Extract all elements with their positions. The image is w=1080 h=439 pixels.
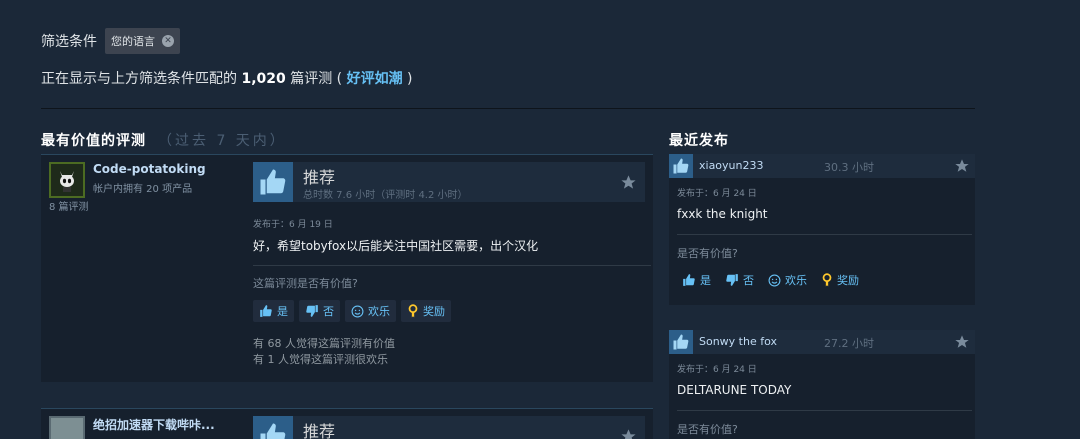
filter-row: 筛选条件 您的语言 ✕: [41, 28, 180, 54]
vote-no-button[interactable]: 否: [299, 300, 340, 322]
recent-hours: 27.2 小时: [824, 337, 874, 350]
thumbs-up-icon: [669, 154, 693, 178]
recent-helpful-question: 是否有价值?: [677, 247, 738, 260]
recent-review-card: xiaoyun233 30.3 小时 发布于：6 月 24 日 fxxk the…: [669, 154, 975, 305]
recent-review-card: Sonwy the fox 27.2 小时 发布于：6 月 24 日 DELTA…: [669, 330, 975, 439]
most-helpful-label: 最有价值的评测: [41, 133, 146, 149]
thumbs-up-icon: [253, 162, 293, 202]
review-rating[interactable]: 好评如潮: [347, 71, 403, 87]
award-label: 奖励: [837, 274, 859, 287]
vote-yes-button[interactable]: 是: [677, 269, 716, 291]
funny-count-line: 有 1 人觉得这篇评测很欢乐: [253, 353, 388, 366]
smiley-icon: [768, 274, 781, 286]
thumbs-up-icon: [669, 330, 693, 354]
vote-yes-label: 是: [700, 274, 711, 287]
filter-chip-label: 您的语言: [111, 35, 155, 48]
review-summary: 正在显示与上方筛选条件匹配的 1,020 篇评测 ( 好评如潮 ): [41, 68, 413, 88]
recent-posted-date: 发布于：6 月 24 日: [677, 365, 757, 375]
thumbs-down-icon: [726, 274, 738, 286]
award-icon: [822, 273, 832, 287]
vote-no-label: 否: [743, 274, 754, 287]
recent-hours: 30.3 小时: [824, 161, 874, 174]
recent-author-name[interactable]: Sonwy the fox: [699, 335, 777, 348]
vote-funny-label: 欢乐: [368, 305, 390, 318]
thumbs-down-icon: [306, 305, 318, 317]
star-icon[interactable]: [620, 428, 637, 439]
author-products[interactable]: 帐户内拥有 20 项产品: [93, 180, 192, 195]
avatar-image: [51, 418, 83, 439]
divider: [41, 108, 975, 109]
review-card: Code-potatoking 帐户内拥有 20 项产品 8 篇评测 推荐 总时…: [41, 154, 653, 382]
star-icon[interactable]: [954, 334, 970, 354]
thumbs-up-icon: [253, 416, 293, 439]
recent-vote-buttons: 是 否 欢乐 奖励: [677, 269, 864, 291]
vote-funny-button[interactable]: 欢乐: [763, 269, 812, 291]
vote-no-button[interactable]: 否: [720, 269, 759, 291]
author-review-count[interactable]: 8 篇评测: [49, 198, 89, 213]
avatar-image: [51, 164, 83, 196]
award-label: 奖励: [423, 305, 445, 318]
review-verdict: 推荐: [303, 168, 336, 187]
recent-content: DELTARUNE TODAY: [677, 383, 792, 397]
avatar[interactable]: [49, 162, 85, 198]
recent-review-header: Sonwy the fox 27.2 小时: [669, 330, 975, 354]
review-posted-date: 发布于：6 月 19 日: [253, 220, 333, 230]
vote-funny-label: 欢乐: [785, 274, 807, 287]
award-button[interactable]: 奖励: [401, 300, 451, 322]
author-name[interactable]: 绝招加速器下载哔咔...: [93, 416, 215, 433]
vote-no-label: 否: [323, 305, 334, 318]
review-vote-header: 推荐 总时数 7.6 小时（评测时 4.2 小时）: [253, 162, 645, 202]
recent-divider: [677, 234, 972, 235]
author-name[interactable]: Code-potatoking: [93, 162, 206, 176]
recent-divider: [677, 410, 972, 411]
thumbs-up-icon: [683, 274, 695, 286]
recent-helpful-question: 是否有价值?: [677, 423, 738, 436]
close-icon[interactable]: ✕: [162, 35, 174, 47]
vote-buttons: 是 否 欢乐 奖励: [253, 300, 451, 322]
review-verdict: 推荐: [303, 422, 336, 439]
summary-prefix: 正在显示与上方筛选条件匹配的: [41, 71, 237, 87]
review-vote-header: 推荐: [253, 416, 645, 439]
card-top-border: [41, 154, 653, 155]
review-content: 好，希望tobyfox以后能关注中国社区需要，出个汉化: [253, 239, 539, 253]
vote-yes-label: 是: [277, 305, 288, 318]
filter-label: 筛选条件: [41, 34, 97, 50]
most-helpful-sub: （过去 7 天内）: [158, 133, 287, 149]
review-divider: [253, 265, 651, 266]
star-icon[interactable]: [620, 174, 637, 195]
recent-title: 最近发布: [669, 133, 729, 149]
avatar[interactable]: [49, 416, 85, 439]
helpful-counts: 有 68 人觉得这篇评测有价值 有 1 人觉得这篇评测很欢乐: [253, 336, 395, 368]
review-count: 1,020: [241, 71, 286, 87]
recent-posted-date: 发布于：6 月 24 日: [677, 189, 757, 199]
helpful-count-line: 有 68 人觉得这篇评测有价值: [253, 337, 395, 350]
most-helpful-title: 最有价值的评测 （过去 7 天内）: [41, 130, 287, 150]
review-card: 绝招加速器下载哔咔... 推荐: [41, 408, 653, 439]
summary-unit: 篇评测 (: [290, 71, 343, 87]
card-top-border: [41, 408, 653, 409]
vote-funny-button[interactable]: 欢乐: [345, 300, 396, 322]
recent-author-name[interactable]: xiaoyun233: [699, 159, 764, 172]
recent-review-header: xiaoyun233 30.3 小时: [669, 154, 975, 178]
smiley-icon: [351, 305, 364, 317]
vote-yes-button[interactable]: 是: [253, 300, 294, 322]
review-hours: 总时数 7.6 小时（评测时 4.2 小时）: [303, 190, 468, 201]
summary-suffix: ): [407, 71, 413, 87]
recent-content: fxxk the knight: [677, 207, 768, 221]
star-icon[interactable]: [954, 158, 970, 178]
helpful-question: 这篇评测是否有价值?: [253, 277, 358, 290]
language-filter-chip[interactable]: 您的语言 ✕: [105, 28, 180, 54]
award-icon: [408, 304, 418, 318]
award-button[interactable]: 奖励: [816, 269, 864, 291]
thumbs-up-icon: [260, 305, 272, 317]
